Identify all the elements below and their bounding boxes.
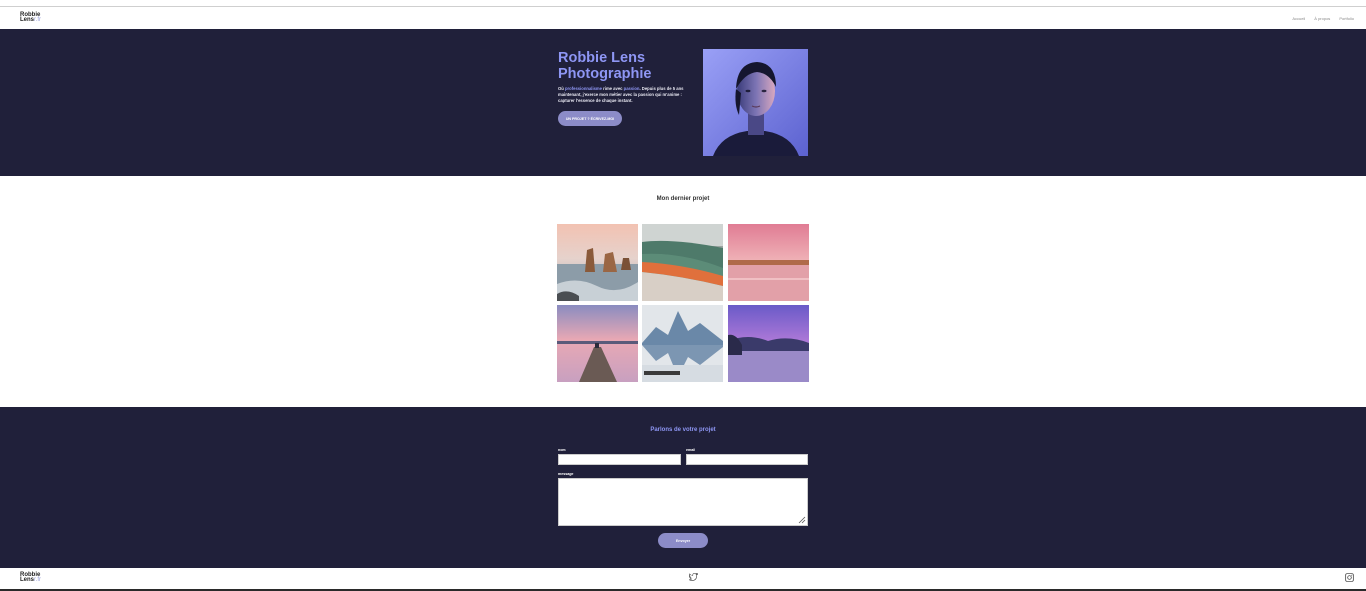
hero-section: Robbie Lens Photographie Où professionnal… <box>0 29 1366 176</box>
site-footer: Robbie Lensr.fr <box>0 568 1366 589</box>
contact-cta-button[interactable]: UN PROJET ? ÉCRIVEZ-MOI <box>558 111 622 126</box>
nav-item-portfolio[interactable]: Portfolio <box>1339 16 1354 21</box>
pink-lake-photo[interactable] <box>728 224 809 301</box>
name-label: nom <box>558 448 566 452</box>
brand-line2: Lensr.fr <box>20 17 42 23</box>
footer-brand-logo[interactable]: Robbie Lensr.fr <box>20 572 42 583</box>
portrait-photo <box>703 49 808 156</box>
resize-handle-icon[interactable] <box>798 516 806 524</box>
nav-item-accueil[interactable]: Accueil <box>1292 16 1305 21</box>
project-title: Mon dernier projet <box>656 196 710 202</box>
site-header: Robbie Lensr.fr Accueil À propos Portfol… <box>0 7 1366 29</box>
name-input[interactable] <box>558 454 681 465</box>
message-label: message <box>558 472 574 476</box>
email-label: email <box>686 448 696 452</box>
brand-logo[interactable]: Robbie Lensr.fr <box>20 12 42 23</box>
instagram-icon[interactable] <box>1345 573 1354 582</box>
send-button[interactable]: Envoyer <box>658 533 708 548</box>
message-textarea[interactable] <box>558 478 808 526</box>
jetty-sunset-photo[interactable] <box>557 305 638 382</box>
sea-stacks-photo[interactable] <box>557 224 638 301</box>
project-section: Mon dernier projet <box>0 176 1366 407</box>
twitter-icon[interactable] <box>689 573 698 581</box>
hot-spring-photo[interactable] <box>642 224 723 301</box>
footer-brand-line2: Lensr.fr <box>20 577 42 583</box>
contact-title: Parlons de votre projet <box>650 427 716 433</box>
hero-title: Robbie Lens Photographie <box>558 50 652 82</box>
purple-lake-photo[interactable] <box>728 305 809 382</box>
contact-section: Parlons de votre projet nom email messag… <box>0 407 1366 568</box>
main-nav: Accueil À propos Portfolio <box>1292 16 1354 21</box>
email-input[interactable] <box>686 454 808 465</box>
nav-item-a-propos[interactable]: À propos <box>1314 16 1330 21</box>
mountain-reflection-photo[interactable] <box>642 305 723 382</box>
hero-description: Où professionnalisme rime avec passion. … <box>558 86 684 103</box>
